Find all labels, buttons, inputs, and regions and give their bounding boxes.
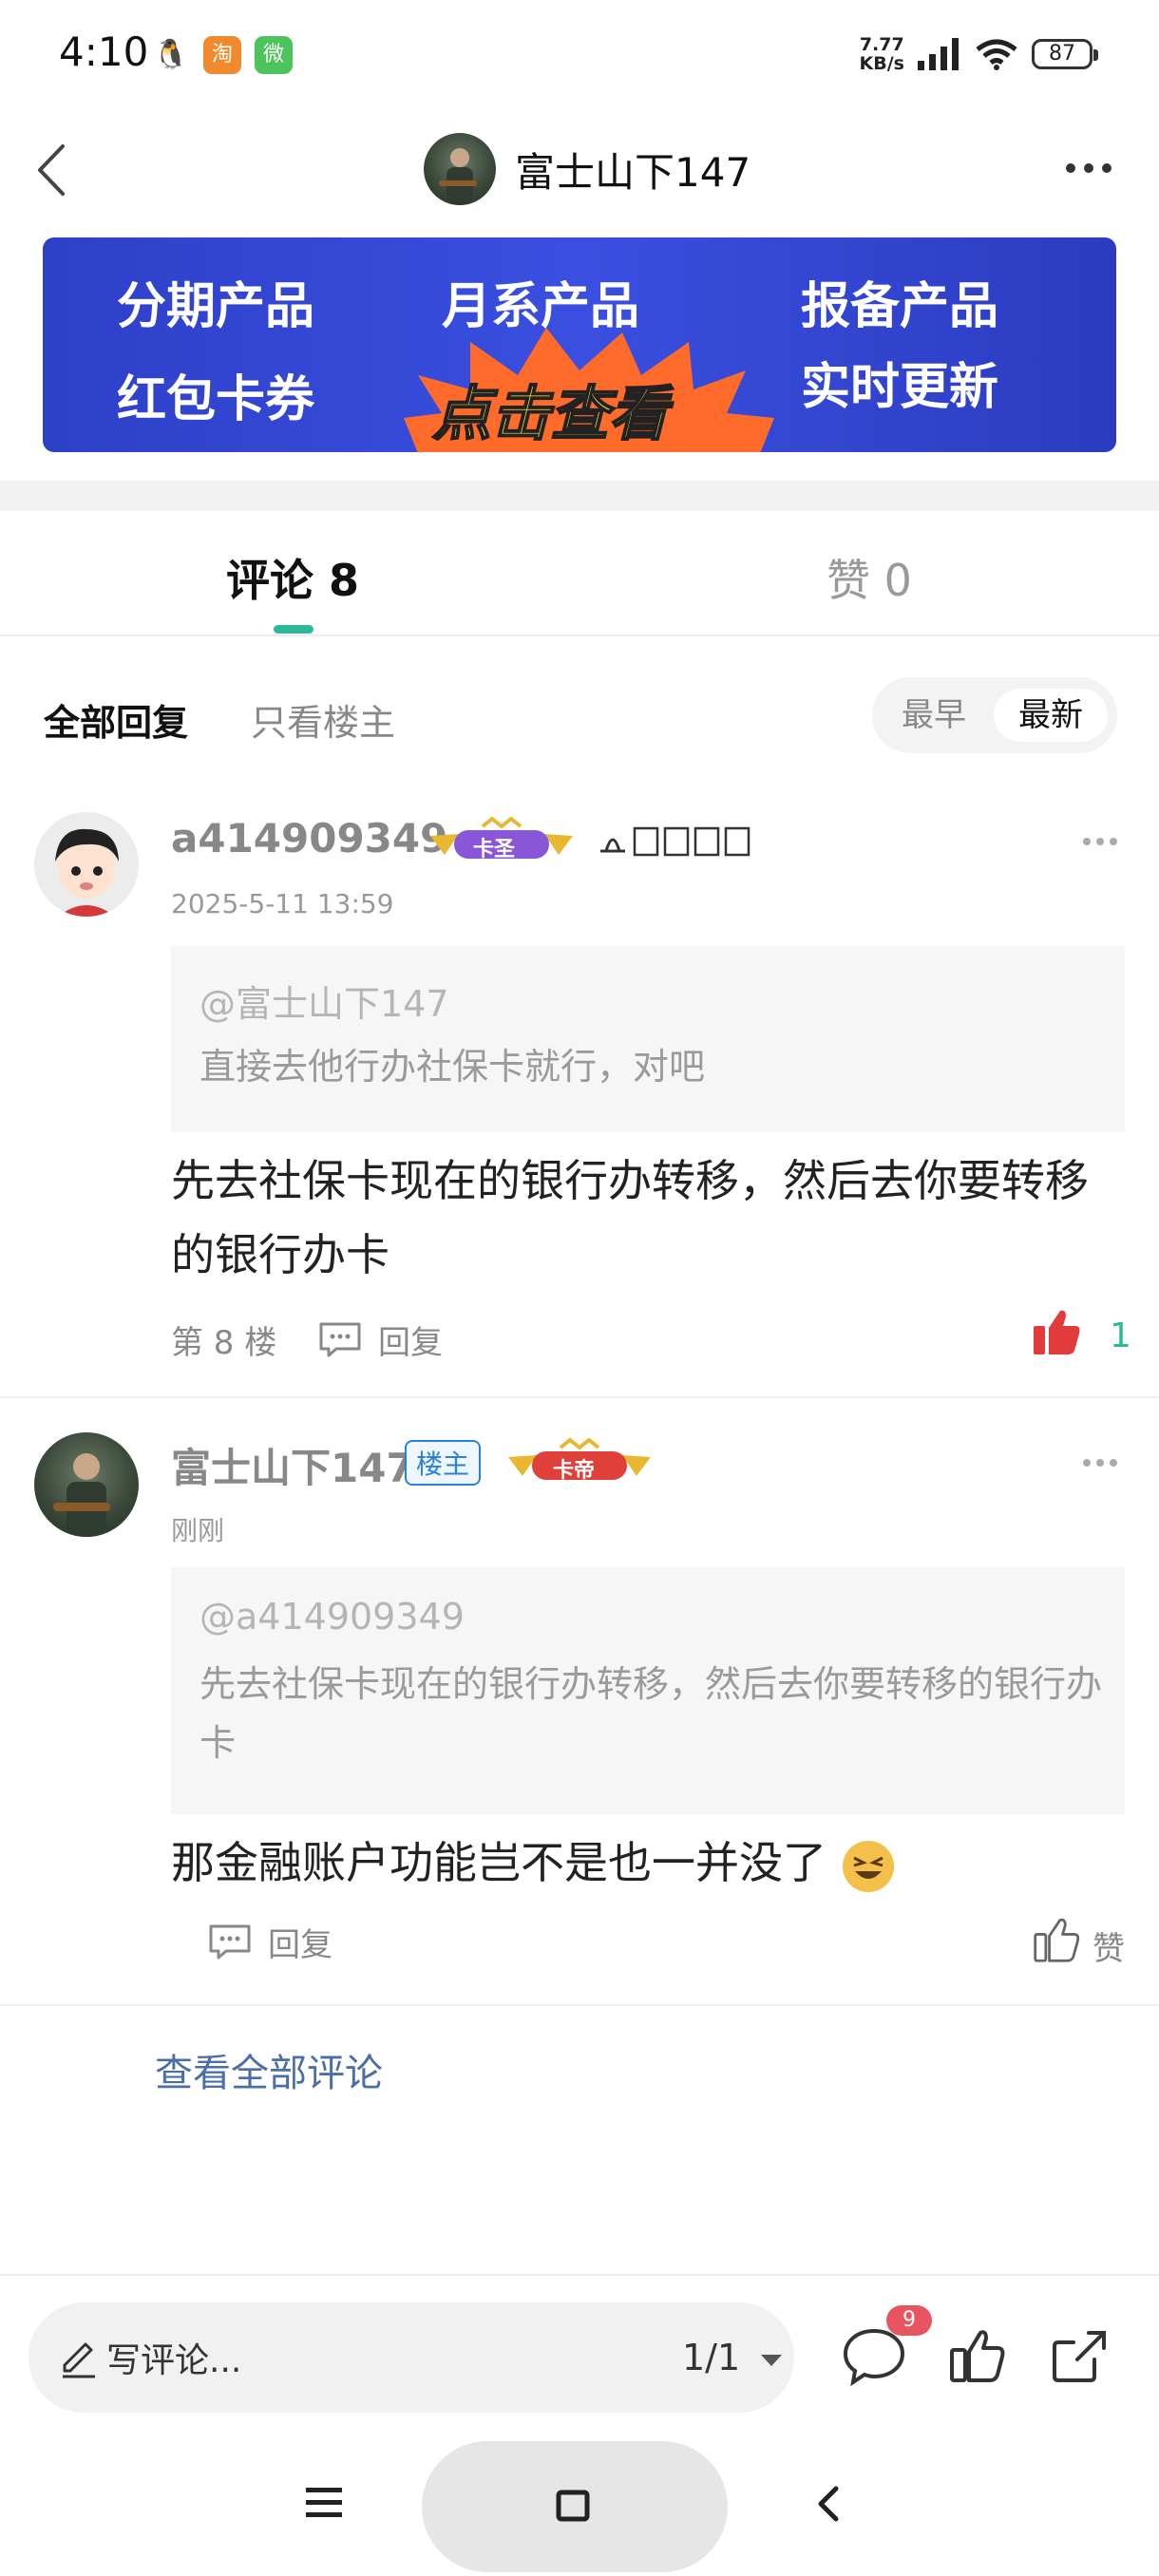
square-icon bbox=[556, 2490, 590, 2522]
comment-username[interactable]: a414909349 bbox=[171, 815, 447, 862]
page-indicator-text: 1/1 bbox=[682, 2337, 741, 2378]
more-dot-icon bbox=[1096, 1459, 1104, 1467]
network-speed-unit: KB/s bbox=[859, 53, 904, 74]
back-button[interactable] bbox=[21, 137, 87, 203]
more-dot-icon bbox=[1084, 163, 1093, 173]
more-dot-icon bbox=[1110, 838, 1117, 845]
quoted-text: 直接去他行办社保卡就行，对吧 bbox=[200, 1046, 706, 1088]
comment-body-text: 那金融账户功能岂不是也一并没了 bbox=[171, 1837, 826, 1888]
comment-time: 刚刚 bbox=[171, 1515, 225, 1546]
caret-down-icon bbox=[761, 2354, 783, 2366]
back-arrow-icon bbox=[38, 144, 65, 196]
network-speed-value: 7.77 bbox=[859, 34, 904, 55]
status-bar: 4:10 🐧 淘 微 7.77 KB/s 87 bbox=[0, 0, 1159, 112]
comment-username[interactable]: 富士山下147 bbox=[171, 1436, 414, 1494]
comment-more-button[interactable] bbox=[1083, 834, 1121, 849]
section-separator bbox=[0, 481, 1159, 511]
avatar-guitar-person-icon bbox=[439, 148, 477, 205]
comment-avatar[interactable] bbox=[34, 812, 139, 917]
more-options-button[interactable] bbox=[1058, 154, 1119, 182]
page-title: 富士山下147 bbox=[515, 148, 751, 196]
pencil-icon bbox=[63, 2342, 95, 2378]
signal-icon bbox=[918, 38, 959, 70]
sort-toggle: 最早 最新 bbox=[872, 677, 1117, 753]
more-dot-icon bbox=[1083, 838, 1091, 845]
banner-item: 实时更新 bbox=[801, 359, 999, 416]
back-nav-icon[interactable] bbox=[809, 2483, 847, 2525]
status-indicators: 7.77 KB/s 87 bbox=[860, 30, 1098, 78]
banner-item: 报备产品 bbox=[801, 278, 999, 335]
top-header: 富士山下147 bbox=[0, 112, 1159, 226]
like-count: 1 bbox=[1110, 1316, 1131, 1355]
author-avatar[interactable] bbox=[424, 133, 496, 205]
reply-icon[interactable] bbox=[317, 1320, 363, 1358]
sort-earliest-button[interactable]: 最早 bbox=[882, 689, 986, 742]
comment-avatar[interactable] bbox=[34, 1432, 139, 1537]
avatar-guitar-person-icon bbox=[53, 1453, 110, 1537]
reply-icon[interactable] bbox=[207, 1923, 253, 1960]
floor-number: 第 8 楼 bbox=[171, 1324, 277, 1362]
thumbs-up-filled-icon[interactable] bbox=[1030, 1305, 1083, 1358]
promo-banner[interactable]: 分期产品 月系产品 报备产品 红包卡券 实时更新 点击查看 bbox=[43, 237, 1116, 452]
comment-more-button[interactable] bbox=[1083, 1455, 1121, 1470]
thumbs-up-outline-icon[interactable] bbox=[940, 2318, 1016, 2394]
comment-divider bbox=[0, 1396, 1159, 1398]
banner-item: 分期产品 bbox=[117, 278, 315, 335]
network-speed: 7.77 KB/s bbox=[860, 35, 904, 73]
filter-op-only[interactable]: 只看楼主 bbox=[251, 693, 395, 746]
comment-input-placeholder: 写评论... bbox=[106, 2341, 242, 2380]
filter-all-replies[interactable]: 全部回复 bbox=[44, 693, 188, 746]
user-rank-label: 卡帝 bbox=[553, 1459, 596, 1483]
quoted-user: @富士山下147 bbox=[200, 983, 449, 1025]
more-dot-icon bbox=[1066, 163, 1075, 173]
reply-button[interactable]: 回复 bbox=[268, 1919, 332, 1965]
wechat-app-icon: 微 bbox=[255, 36, 293, 74]
user-rank-label: 卡圣 bbox=[473, 838, 516, 862]
comment-body: 先去社保卡现在的银行办转移，然后去你要转移的银行办卡 bbox=[171, 1155, 1089, 1280]
like-button[interactable]: 赞 bbox=[1092, 1923, 1125, 1969]
user-medals-icon bbox=[600, 826, 750, 857]
tab-divider bbox=[0, 635, 1159, 636]
comment-divider bbox=[0, 2004, 1159, 2006]
wifi-icon bbox=[976, 39, 1017, 70]
home-button[interactable] bbox=[422, 2441, 728, 2572]
quoted-reply[interactable]: @富士山下147 直接去他行办社保卡就行，对吧 bbox=[171, 946, 1125, 1132]
more-dot-icon bbox=[1083, 1459, 1091, 1467]
banner-item: 红包卡券 bbox=[117, 371, 315, 428]
quoted-reply[interactable]: @a414909349 先去社保卡现在的银行办转移，然后去你要转移的银行办卡 bbox=[171, 1567, 1125, 1814]
thread-author[interactable]: 富士山下147 bbox=[424, 131, 750, 207]
quoted-text: 先去社保卡现在的银行办转移，然后去你要转移的银行办卡 bbox=[200, 1663, 1103, 1764]
battery-indicator: 87 bbox=[1032, 39, 1098, 69]
menu-icon[interactable] bbox=[302, 2484, 346, 2522]
bottom-bar-divider bbox=[0, 2274, 1159, 2276]
share-icon[interactable] bbox=[1041, 2318, 1117, 2394]
notification-badge: 9 bbox=[886, 2305, 932, 2336]
laughing-emoji-icon bbox=[842, 1840, 894, 1892]
tab-active-indicator bbox=[274, 625, 314, 634]
sort-latest-button[interactable]: 最新 bbox=[994, 689, 1108, 742]
cartoon-boy-avatar-icon bbox=[34, 812, 139, 917]
owner-badge: 楼主 bbox=[405, 1440, 482, 1486]
comment-input[interactable]: 写评论... 1/1 bbox=[28, 2302, 794, 2413]
tab-comments[interactable]: 评论 8 bbox=[226, 546, 359, 609]
more-dot-icon bbox=[1102, 163, 1112, 173]
banner-cta: 点击查看 bbox=[431, 378, 669, 449]
reply-button[interactable]: 回复 bbox=[378, 1316, 443, 1363]
view-all-comments-link[interactable]: 查看全部评论 bbox=[155, 2042, 383, 2097]
page-indicator[interactable]: 1/1 bbox=[682, 2337, 784, 2378]
thumbs-up-outline-icon[interactable] bbox=[1032, 1915, 1081, 1964]
taobao-app-icon: 淘 bbox=[203, 36, 241, 74]
status-time: 4:10 bbox=[59, 28, 149, 75]
qq-app-icon: 🐧 bbox=[152, 36, 190, 74]
comment-body: 那金融账户功能岂不是也一并没了 bbox=[171, 1826, 1121, 1900]
more-dot-icon bbox=[1110, 1459, 1117, 1467]
comment-time: 2025-5-11 13:59 bbox=[171, 888, 394, 919]
quoted-user: @a414909349 bbox=[200, 1596, 465, 1638]
more-dot-icon bbox=[1096, 838, 1104, 845]
tab-likes[interactable]: 赞 0 bbox=[826, 546, 912, 609]
